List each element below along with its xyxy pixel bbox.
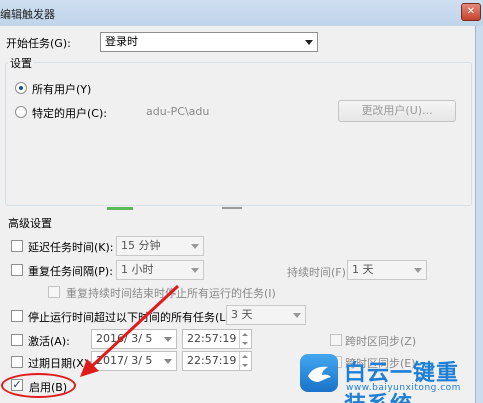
watermark-title: 白云一键重装系统 [344,361,460,403]
bird-icon [300,354,338,392]
watermark: 白云一键重装系统 www.baiyunxitong.com [300,352,480,403]
annotation-arrow-shaft [90,284,180,368]
watermark-url: www.baiyunxitong.com [346,383,461,393]
annotation-arrow [80,284,180,377]
